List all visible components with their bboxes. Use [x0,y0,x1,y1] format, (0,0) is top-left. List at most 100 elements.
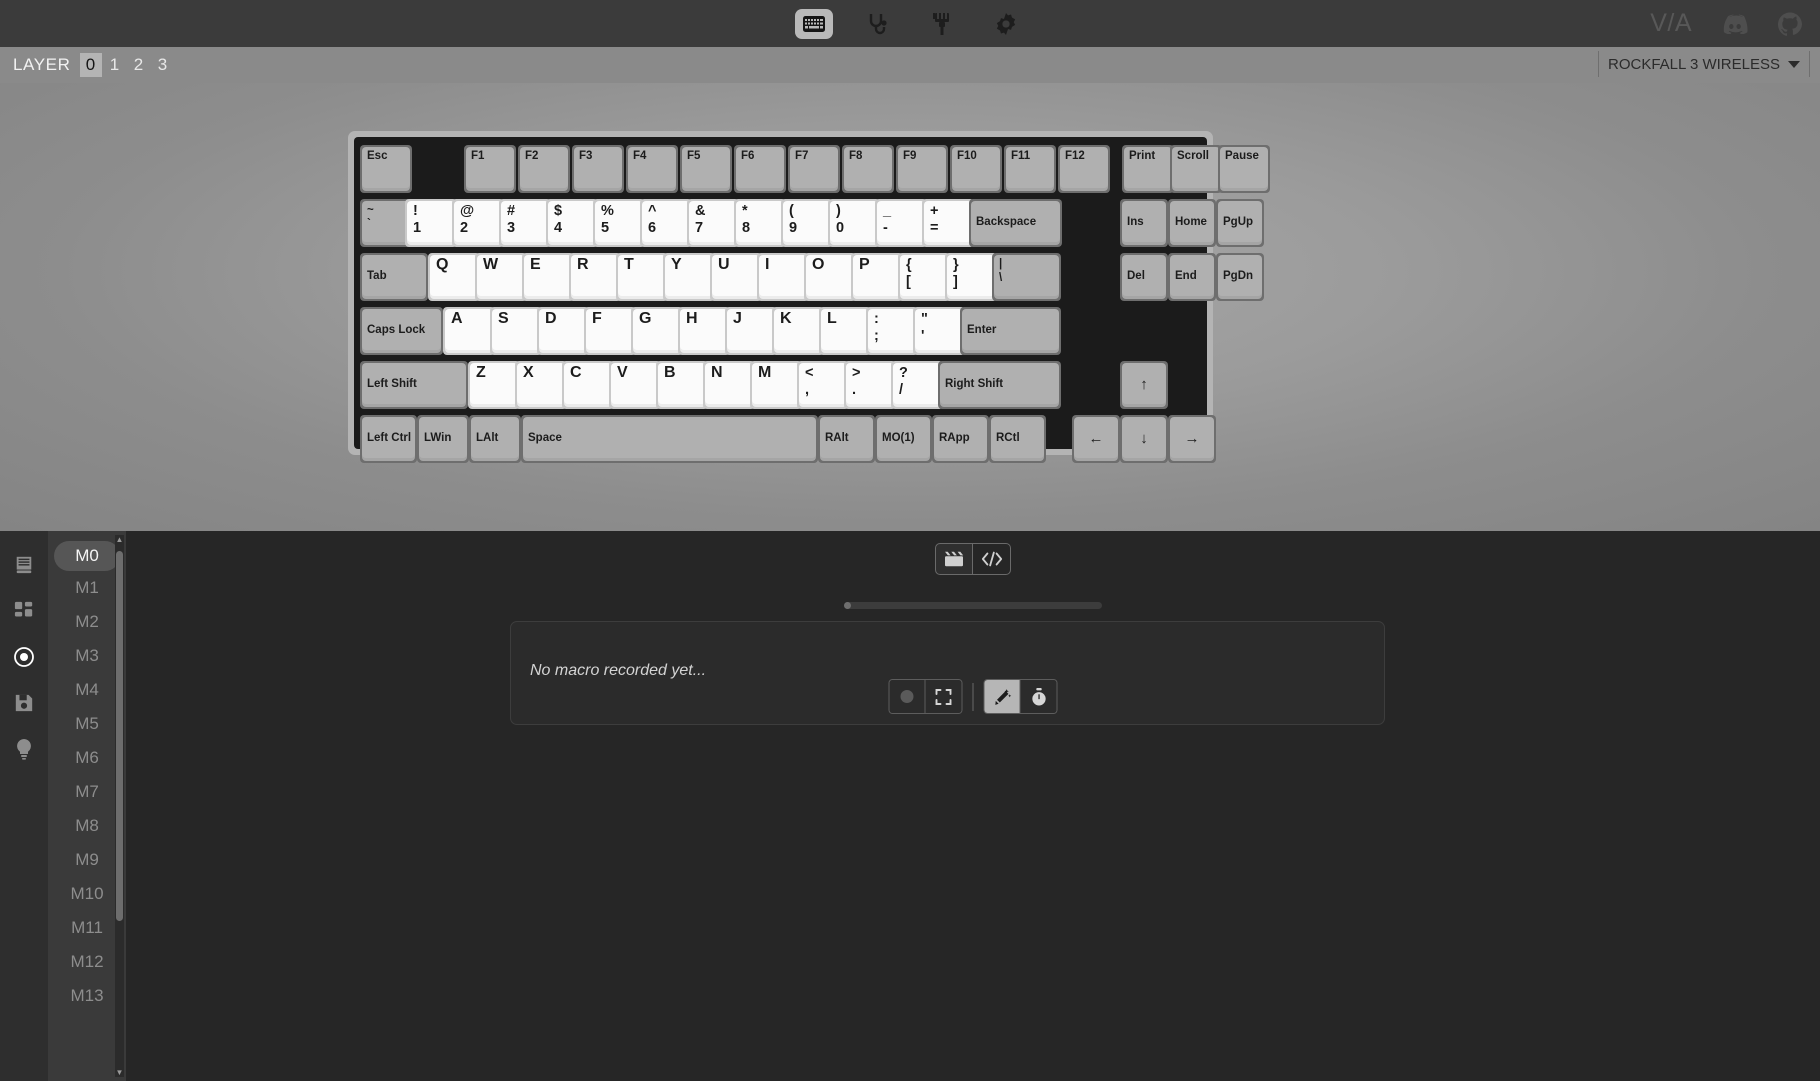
key-PgDn[interactable]: PgDn [1216,253,1264,301]
fullscreen-button[interactable] [925,680,962,713]
key-Esc[interactable]: Esc [360,145,412,193]
key-RAlt[interactable]: RAlt [818,415,875,463]
key-A[interactable]: A [443,307,495,355]
key---[interactable]: _ - [875,199,927,247]
key-X[interactable]: X [515,361,567,409]
key-F[interactable]: F [584,307,636,355]
delay-timer-button[interactable] [1020,680,1057,713]
key-P[interactable]: P [851,253,903,301]
key--8[interactable]: * 8 [734,199,786,247]
key-R[interactable]: R [569,253,621,301]
key-D[interactable]: D [537,307,589,355]
key--[interactable]: { [ [898,253,950,301]
discord-icon[interactable] [1722,13,1748,34]
key-F3[interactable]: F3 [572,145,624,193]
key-LeftShift[interactable]: Left Shift [360,361,468,409]
key-Y[interactable]: Y [663,253,715,301]
key-F11[interactable]: F11 [1004,145,1056,193]
key-F6[interactable]: F6 [734,145,786,193]
key-LAlt[interactable]: LAlt [469,415,521,463]
key-Backspace[interactable]: Backspace [969,199,1062,247]
key-[interactable]: ↑ [1120,361,1168,409]
key-Ins[interactable]: Ins [1120,199,1168,247]
key-Space[interactable]: Space [521,415,818,463]
key-Tab[interactable]: Tab [360,253,428,301]
tab-code[interactable] [973,543,1011,575]
scrollbar-thumb[interactable] [844,602,851,609]
layer-tab-2[interactable]: 2 [128,53,150,77]
key-M[interactable]: M [750,361,802,409]
key-Scroll[interactable]: Scroll [1170,145,1222,193]
key-Enter[interactable]: Enter [960,307,1061,355]
key-N[interactable]: N [703,361,755,409]
key-F9[interactable]: F9 [896,145,948,193]
key--4[interactable]: $ 4 [546,199,598,247]
macro-list-scrollbar[interactable]: ▲ ▼ [115,535,124,1077]
key-Home[interactable]: Home [1168,199,1216,247]
key-U[interactable]: U [710,253,762,301]
scrollbar-thumb[interactable] [116,551,123,921]
tool-settings-button[interactable] [987,9,1025,39]
key-F10[interactable]: F10 [950,145,1002,193]
layer-tab-3[interactable]: 3 [152,53,174,77]
layer-tab-1[interactable]: 1 [104,53,126,77]
key-F12[interactable]: F12 [1058,145,1110,193]
key--[interactable]: + = [922,199,974,247]
key-CapsLock[interactable]: Caps Lock [360,307,443,355]
key-K[interactable]: K [772,307,824,355]
key-F5[interactable]: F5 [680,145,732,193]
key--[interactable]: " ' [913,307,965,355]
key-F1[interactable]: F1 [464,145,516,193]
scroll-up-icon[interactable]: ▲ [115,535,124,544]
key-W[interactable]: W [475,253,527,301]
rail-item-save-load[interactable] [8,687,40,719]
layer-tab-0[interactable]: 0 [79,53,102,77]
key-Q[interactable]: Q [428,253,480,301]
key-F2[interactable]: F2 [518,145,570,193]
key-Z[interactable]: Z [468,361,520,409]
key-Pause[interactable]: Pause [1218,145,1270,193]
key-RCtl[interactable]: RCtl [989,415,1046,463]
key--9[interactable]: ( 9 [781,199,833,247]
key--[interactable]: ? / [891,361,943,409]
key-E[interactable]: E [522,253,574,301]
key-O[interactable]: O [804,253,856,301]
key-[interactable]: ← [1072,415,1120,463]
key-C[interactable]: C [562,361,614,409]
key-V[interactable]: V [609,361,661,409]
key-LeftCtrl[interactable]: Left Ctrl [360,415,417,463]
scroll-down-icon[interactable]: ▼ [115,1068,124,1077]
rail-item-lighting[interactable] [8,733,40,765]
key--7[interactable]: & 7 [687,199,739,247]
tool-keymap-button[interactable] [795,8,833,39]
key-L[interactable]: L [819,307,871,355]
key-LWin[interactable]: LWin [417,415,469,463]
github-icon[interactable] [1778,12,1802,36]
key-[interactable]: → [1168,415,1216,463]
key--1[interactable]: ! 1 [405,199,457,247]
device-selector[interactable]: ROCKFALL 3 WIRELESS [1597,51,1810,77]
key--[interactable]: | \ [992,253,1061,301]
key-[interactable]: ↓ [1120,415,1168,463]
smart-optimize-button[interactable] [984,680,1021,713]
key-PgUp[interactable]: PgUp [1216,199,1264,247]
macro-list[interactable]: M0 M1 M2 M3 M4 M5 M6 M7 M8 M9 M10 M11 M12 M13 ▲ ▼ [48,531,126,1081]
key-I[interactable]: I [757,253,809,301]
record-button[interactable] [889,680,926,713]
key--6[interactable]: ^ 6 [640,199,692,247]
key-T[interactable]: T [616,253,668,301]
rail-item-layouts[interactable] [8,595,40,627]
macro-list-item[interactable]: M0 [54,541,120,571]
rail-item-keymap[interactable] [8,549,40,581]
key-B[interactable]: B [656,361,708,409]
key-Print[interactable]: Print [1122,145,1174,193]
key--3[interactable]: # 3 [499,199,551,247]
key-J[interactable]: J [725,307,777,355]
rail-item-macros[interactable] [8,641,40,673]
key-H[interactable]: H [678,307,730,355]
key--[interactable]: > . [844,361,896,409]
key--[interactable]: } ] [945,253,997,301]
key-End[interactable]: End [1168,253,1216,301]
editor-horizontal-scrollbar[interactable] [844,602,1102,609]
key--[interactable]: : ; [866,307,918,355]
